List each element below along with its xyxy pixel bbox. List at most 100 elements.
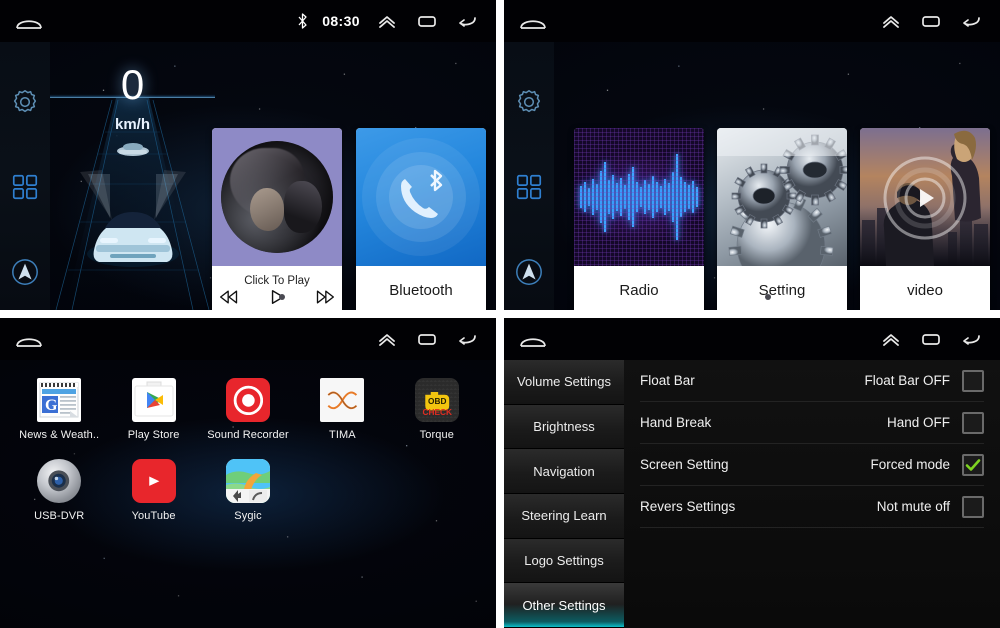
status-bar [0,318,496,360]
home-stage: 0 km/h Click To Play Bluetooth [50,42,496,310]
setting-checkbox[interactable] [962,495,984,518]
tima-icon [320,378,365,422]
page-indicator [50,294,496,300]
setting-value: Forced mode [870,457,950,472]
sound-recorder-icon [225,378,270,422]
setting-checkbox[interactable] [962,411,984,434]
recents-icon[interactable] [414,11,440,31]
album-art [212,128,342,266]
checkmark-icon [965,458,981,471]
back-icon[interactable] [958,329,984,349]
page-dot-2[interactable] [783,294,789,300]
home-icon[interactable] [14,12,44,30]
setting-checkbox[interactable] [962,453,984,476]
back-icon[interactable] [454,11,480,31]
page-dot-1[interactable] [261,294,267,300]
screenshot-grid: 08:30 0 km/h Click To Play Bluetooth Rad… [0,0,1000,628]
page-dot-1[interactable] [765,294,771,300]
app-label: Play Store [127,429,180,441]
app-drawer: G News & Weath.. Play Store Sound Record… [0,360,496,628]
recents-icon[interactable] [918,11,944,31]
clock: 08:30 [322,13,360,29]
setting-row-float-bar[interactable]: Float Bar Float Bar OFF [640,360,984,402]
app-label: Sygic [234,510,262,522]
svg-text:G: G [45,397,58,414]
torque-obd-icon: OBD CHECK [414,378,459,422]
tile-label: video [860,266,990,310]
settings-tab-steering-learn[interactable]: Steering Learn [504,494,624,539]
sygic-icon [225,459,270,503]
chevron-up-icon[interactable] [878,329,904,349]
settings-tab-volume[interactable]: Volume Settings [504,360,624,405]
setting-row-revers-settings[interactable]: Revers Settings Not mute off [640,486,984,528]
music-status-label: Click To Play [244,275,310,287]
speedometer: 0 km/h [50,42,215,310]
app-label: USB-DVR [34,510,85,522]
home-icon[interactable] [14,330,44,348]
home-stage: Radio Setting video [554,42,1000,310]
back-icon[interactable] [454,329,480,349]
bluetooth-widget[interactable]: Bluetooth [356,128,486,310]
music-controls: Click To Play [212,266,342,310]
left-rail [504,42,554,310]
grid-icon[interactable] [514,172,544,202]
setting-value: Float Bar OFF [864,373,950,388]
panel-app-drawer: G News & Weath.. Play Store Sound Record… [0,318,496,628]
app-usb-dvr[interactable]: USB-DVR [12,459,106,522]
bluetooth-phone-icon [401,169,443,218]
album-cover [221,141,333,253]
setting-label: Hand Break [640,415,712,430]
chevron-up-icon[interactable] [374,11,400,31]
back-icon[interactable] [958,11,984,31]
panel-home-music: 08:30 0 km/h Click To Play Bluetooth [0,0,496,310]
settings-tab-logo[interactable]: Logo Settings [504,538,624,584]
settings-tab-navigation[interactable]: Navigation [504,449,624,495]
speed-unit: km/h [114,116,150,133]
app-sound-recorder[interactable]: Sound Recorder [201,378,295,441]
panel-settings: Volume Settings Brightness Navigation St… [504,318,1000,628]
app-grid: G News & Weath.. Play Store Sound Record… [0,360,496,522]
recents-icon[interactable] [414,329,440,349]
chevron-up-icon[interactable] [374,329,400,349]
left-rail [0,42,50,310]
setting-row-hand-break[interactable]: Hand Break Hand OFF [640,402,984,444]
tile-setting[interactable]: Setting [717,128,847,310]
home-icon[interactable] [518,12,548,30]
page-dot-2[interactable] [279,294,285,300]
status-bar [504,0,1000,42]
settings-tab-brightness[interactable]: Brightness [504,404,624,450]
setting-value: Hand OFF [886,415,950,430]
home-icon[interactable] [518,330,548,348]
gear-icon[interactable] [514,87,544,117]
recents-icon[interactable] [918,329,944,349]
setting-label: Screen Setting [640,457,729,472]
bluetooth-art [356,128,486,266]
app-sygic[interactable]: Sygic [201,459,295,522]
svg-text:OBD: OBD [428,397,446,406]
speed-value: 0 [120,61,145,108]
radio-art [574,128,704,266]
app-label: News & Weath.. [19,429,100,441]
grid-icon[interactable] [10,172,40,202]
gear-icon[interactable] [10,87,40,117]
app-news-weather[interactable]: G News & Weath.. [12,378,106,441]
music-widget[interactable]: Click To Play [212,128,342,310]
navigation-arrow-icon[interactable] [10,257,40,287]
tile-video[interactable]: video [860,128,990,310]
play-store-icon [131,378,176,422]
youtube-icon [131,459,176,503]
chevron-up-icon[interactable] [878,11,904,31]
tile-label: Setting [717,266,847,310]
settings-content: Float Bar Float Bar OFF Hand Break Hand … [624,360,1000,628]
app-tima[interactable]: TIMA [295,378,389,441]
navigation-arrow-icon[interactable] [514,257,544,287]
app-torque[interactable]: OBD CHECK Torque [390,378,484,441]
app-play-store[interactable]: Play Store [106,378,200,441]
settings-tab-other[interactable]: Other Settings [504,583,624,628]
usb-dvr-icon [37,459,82,503]
setting-art [717,128,847,266]
setting-checkbox[interactable] [962,369,984,392]
tile-radio[interactable]: Radio [574,128,704,310]
setting-row-screen-setting[interactable]: Screen Setting Forced mode [640,444,984,486]
app-youtube[interactable]: YouTube [106,459,200,522]
